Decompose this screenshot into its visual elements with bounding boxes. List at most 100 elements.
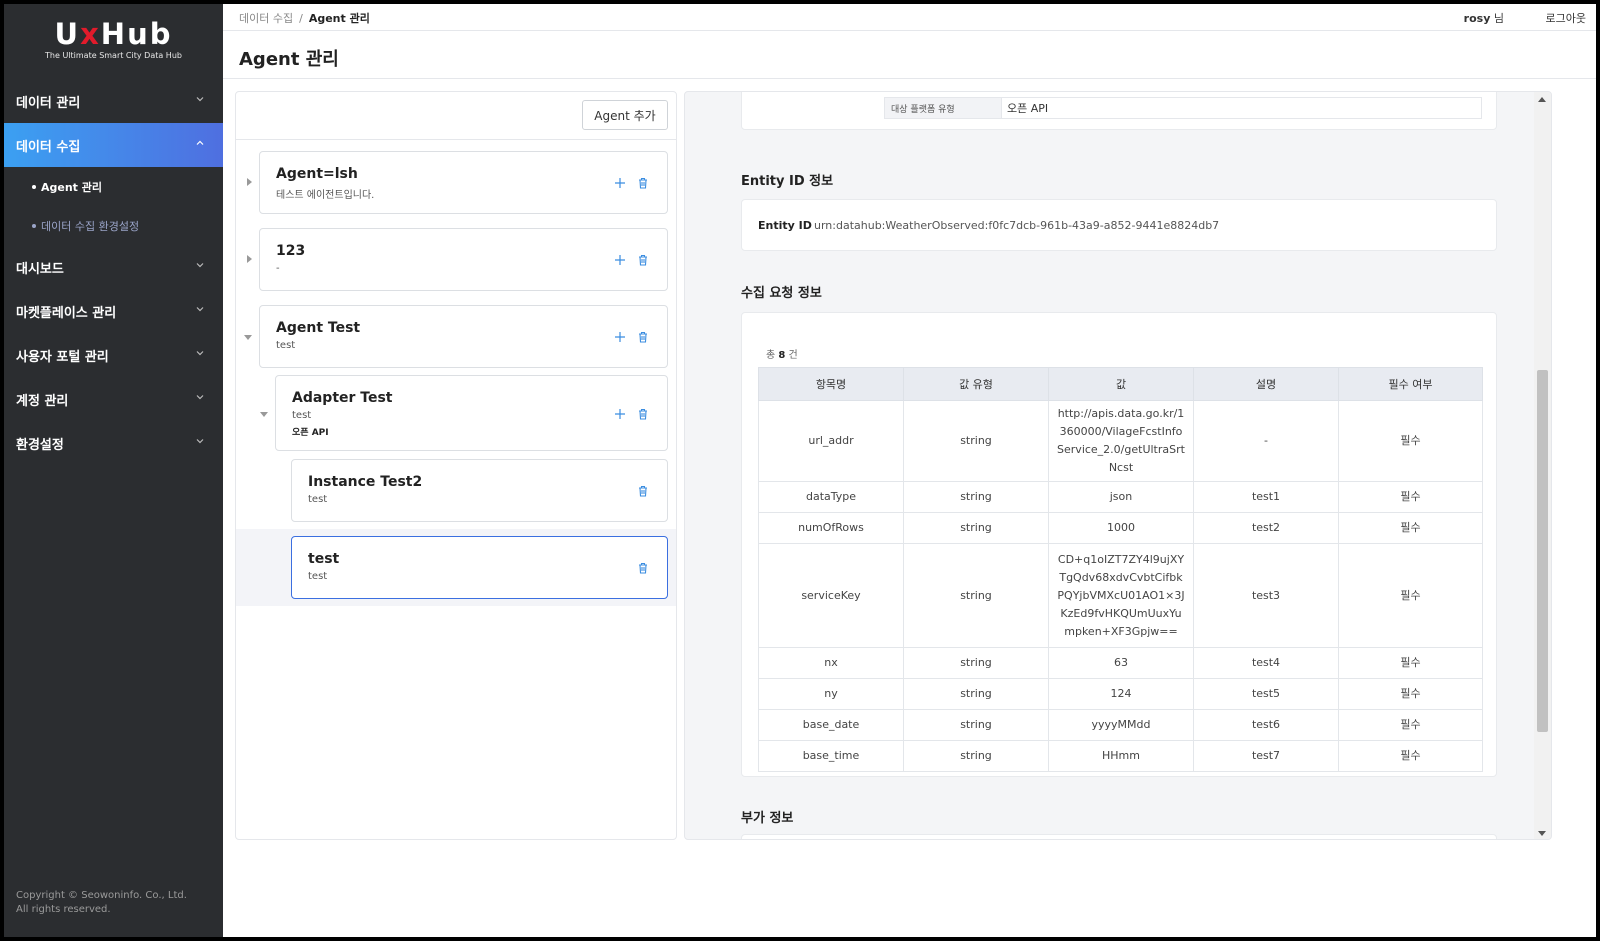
cell-required: 필수: [1338, 512, 1483, 544]
scroll-down-arrow-icon[interactable]: [1538, 831, 1546, 836]
title-bar: Agent 관리: [223, 31, 1596, 79]
table-row: base_time string HHmm test7 필수: [758, 740, 1483, 772]
tree-node-instance-selected[interactable]: test test: [291, 536, 668, 599]
request-section-title: 수집 요청 정보: [741, 286, 822, 301]
column-header: 항목명: [758, 367, 904, 401]
sidebar-item-label: 환경설정: [16, 437, 64, 453]
sidebar-item-data-collection[interactable]: 데이터 수집: [4, 123, 223, 167]
cell-required: 필수: [1338, 647, 1483, 679]
trash-icon[interactable]: [636, 330, 650, 344]
cell-name: dataType: [758, 481, 904, 513]
sidebar-item-data-management[interactable]: 데이터 관리: [4, 79, 223, 123]
cell-desc: test1: [1193, 481, 1339, 513]
table-row: dataType string json test1 필수: [758, 481, 1483, 513]
trash-icon[interactable]: [636, 561, 650, 575]
column-header: 설명: [1193, 367, 1339, 401]
user-suffix: 님: [1490, 12, 1504, 25]
cell-value: json: [1048, 481, 1194, 513]
cell-value: http://apis.data.go.kr/1360000/VilageFcs…: [1048, 400, 1194, 482]
logout-button[interactable]: 로그아웃: [1546, 10, 1586, 26]
node-desc: test: [308, 494, 328, 505]
top-bar: 데이터 수집 / Agent 관리 rosy 님 로그아웃: [223, 4, 1596, 31]
cell-type: string: [903, 740, 1049, 772]
cell-name: numOfRows: [758, 512, 904, 544]
sidebar-item-label: 마켓플레이스 관리: [16, 305, 117, 321]
sidebar: UxHub The Ultimate Smart City Data Hub 데…: [4, 4, 223, 937]
entity-id-label: Entity ID: [758, 219, 812, 232]
logo-mark: UxHub: [4, 18, 223, 50]
node-desc: test: [308, 571, 328, 582]
logo[interactable]: UxHub The Ultimate Smart City Data Hub: [4, 18, 223, 60]
trash-icon[interactable]: [636, 407, 650, 421]
sidebar-item-dashboard[interactable]: 대시보드: [4, 245, 223, 289]
total-count: 총 8 건: [766, 346, 798, 361]
breadcrumb-item[interactable]: 데이터 수집: [239, 12, 293, 25]
cell-type: string: [903, 647, 1049, 679]
caret-right-icon[interactable]: [244, 177, 254, 187]
cell-required: 필수: [1338, 678, 1483, 710]
cell-value: 124: [1048, 678, 1194, 710]
chevron-down-icon: [196, 307, 204, 312]
trash-icon[interactable]: [636, 253, 650, 267]
cell-value: yyyyMMdd: [1048, 709, 1194, 741]
chevron-down-icon: [196, 263, 204, 268]
platform-info-card: 대상 플랫폼 유형 오픈 API: [741, 92, 1497, 130]
cell-desc: test2: [1193, 512, 1339, 544]
cell-type: string: [903, 709, 1049, 741]
trash-icon[interactable]: [636, 484, 650, 498]
cell-required: 필수: [1338, 543, 1483, 648]
sidebar-subitem-label: 데이터 수집 환경설정: [41, 219, 140, 233]
breadcrumb-current: Agent 관리: [308, 12, 370, 25]
cell-desc: test3: [1193, 543, 1339, 648]
cell-name: url_addr: [758, 400, 904, 482]
cell-name: serviceKey: [758, 543, 904, 648]
node-platform: 오픈 API: [292, 428, 329, 438]
page-title: Agent 관리: [239, 49, 339, 70]
cell-desc: test5: [1193, 678, 1339, 710]
bullet-icon: [32, 223, 36, 228]
user-greeting: rosy 님: [1464, 10, 1504, 26]
chevron-down-icon: [196, 351, 204, 356]
tree-node-instance[interactable]: Instance Test2 test: [291, 459, 668, 522]
cell-desc: test7: [1193, 740, 1339, 772]
sidebar-item-label: 대시보드: [16, 261, 64, 277]
table-row: url_addr string http://apis.data.go.kr/1…: [758, 400, 1483, 482]
scroll-up-arrow-icon[interactable]: [1538, 97, 1546, 102]
node-title: Instance Test2: [308, 474, 423, 490]
sidebar-item-settings[interactable]: 환경설정: [4, 421, 223, 465]
caret-down-icon[interactable]: [243, 332, 253, 342]
cell-name: base_date: [758, 709, 904, 741]
platform-type-value: 오픈 API: [1002, 97, 1482, 119]
table-header-row: 항목명 값 유형 값 설명 필수 여부: [758, 367, 1483, 401]
plus-icon[interactable]: [613, 330, 627, 344]
table-row: ny string 124 test5 필수: [758, 678, 1483, 710]
cell-desc: test4: [1193, 647, 1339, 679]
chevron-down-icon: [196, 97, 204, 102]
caret-right-icon[interactable]: [244, 254, 254, 264]
sidebar-item-user-portal[interactable]: 사용자 포털 관리: [4, 333, 223, 377]
extra-info-card: [741, 834, 1497, 839]
column-header: 값 유형: [903, 367, 1049, 401]
plus-icon[interactable]: [613, 176, 627, 190]
detail-panel[interactable]: 대상 플랫폼 유형 오픈 API Entity ID 정보 Entity ID …: [684, 91, 1552, 840]
plus-icon[interactable]: [613, 407, 627, 421]
sidebar-item-label: 데이터 수집: [16, 139, 81, 155]
sidebar-item-accounts[interactable]: 계정 관리: [4, 377, 223, 421]
tree-node-agent[interactable]: Agent=lsh 테스트 에이전트입니다.: [259, 151, 668, 214]
add-agent-button[interactable]: Agent 추가: [582, 100, 668, 130]
scrollbar[interactable]: [1534, 92, 1551, 839]
cell-required: 필수: [1338, 400, 1483, 482]
cell-required: 필수: [1338, 481, 1483, 513]
trash-icon[interactable]: [636, 176, 650, 190]
tree-node-agent[interactable]: Agent Test test: [259, 305, 668, 368]
sidebar-item-marketplace[interactable]: 마켓플레이스 관리: [4, 289, 223, 333]
plus-icon[interactable]: [613, 253, 627, 267]
tree-node-adapter[interactable]: Adapter Test test 오픈 API: [275, 375, 668, 451]
sidebar-subitem-agent-management[interactable]: Agent 관리: [4, 167, 223, 206]
cell-desc: -: [1193, 400, 1339, 482]
scroll-thumb[interactable]: [1537, 370, 1548, 732]
table-row: serviceKey string CD+q1oIZT7ZY4l9ujXYTgQ…: [758, 543, 1483, 648]
sidebar-subitem-collection-settings[interactable]: 데이터 수집 환경설정: [4, 206, 223, 245]
caret-down-icon[interactable]: [259, 409, 269, 419]
tree-node-agent[interactable]: 123 -: [259, 228, 668, 291]
